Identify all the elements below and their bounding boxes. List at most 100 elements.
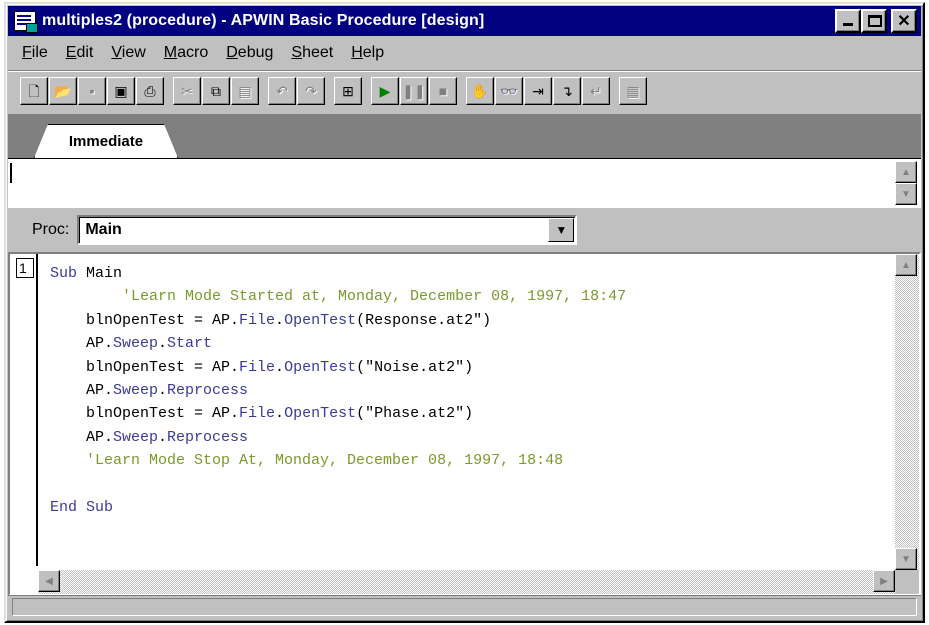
print-button[interactable]: ⎙ [136,76,164,105]
menu-macro[interactable]: Macro [155,44,217,62]
menu-accelerator: H [351,44,363,61]
menu-view[interactable]: View [102,44,154,62]
pause-button[interactable]: ❚❚ [400,76,428,105]
proc-dropdown[interactable]: Main ▼ [77,215,578,245]
panel-tabs: Immediate [8,114,921,158]
step-into-icon: ⇥ [532,82,544,99]
save-button[interactable]: ▪ [78,76,106,105]
menu-debug[interactable]: Debug [217,44,282,62]
quick-watch-button[interactable]: 👓 [495,76,523,105]
toggle-breakpoint-button[interactable]: ✋ [466,76,494,105]
window-title: multiples2 (procedure) - APWIN Basic Pro… [42,12,485,29]
code-token: File [239,358,276,376]
stop-icon: ■ [438,82,448,99]
redo-icon: ↷ [305,82,317,99]
title-bar[interactable]: multiples2 (procedure) - APWIN Basic Pro… [8,6,921,36]
copy-button[interactable]: ⧉ [202,76,230,105]
scrollbar-corner [895,570,919,594]
up-arrow-icon: ▲ [901,259,911,271]
code-text-run: AP. [50,382,114,400]
paste-button[interactable]: ▤ [231,76,259,105]
code-text-run: . [158,428,168,446]
menu-label-rest: heet [302,44,334,61]
step-out-button[interactable]: ↵ [582,76,610,105]
code-token: File [239,311,276,329]
code-text-run: ("Noise.at2") [356,358,474,376]
immediate-scrollbar[interactable]: ▲ ▼ [895,161,917,207]
new-icon: 🗋 [28,82,40,99]
code-text[interactable]: Sub Main 'Learn Mode Started at, Monday,… [50,262,626,519]
step-into-button[interactable]: ⇥ [524,76,552,105]
code-token: File [239,405,276,423]
undo-button[interactable]: ↶ [268,76,296,105]
status-bar [8,595,921,619]
code-token: OpenTest [284,405,357,423]
save-all-icon: ▣ [114,82,128,99]
tab-immediate[interactable]: Immediate [34,124,178,158]
run-button[interactable]: ▶ [371,76,399,105]
scroll-down-button[interactable]: ▼ [895,183,917,205]
text-cursor [10,163,12,183]
code-token: OpenTest [284,358,357,376]
scroll-left-button[interactable]: ◀ [38,570,60,592]
minimize-icon [843,23,853,26]
menu-accelerator: E [65,44,77,61]
app-icon[interactable] [14,11,38,33]
editor-horizontal-scrollbar[interactable]: ◀ ▶ [38,570,895,594]
step-over-icon: ↴ [561,82,573,99]
save-all-button[interactable]: ▣ [107,76,135,105]
code-text-run: ("Phase.at2") [356,405,474,423]
new-button[interactable]: 🗋 [20,76,48,105]
window-controls: ✕ [835,9,917,33]
menu-accelerator: V [111,44,122,61]
step-over-button[interactable]: ↴ [553,76,581,105]
code-line: AP.Sweep.Reprocess [50,426,626,449]
menu-file[interactable]: File [8,44,57,62]
menu-accelerator: D [226,44,238,61]
code-text-run: . [158,382,168,400]
close-button[interactable]: ✕ [891,9,917,33]
scroll-down-button[interactable]: ▼ [895,548,917,570]
code-line: AP.Sweep.Reprocess [50,379,626,402]
redo-button[interactable]: ↷ [297,76,325,105]
scroll-up-button[interactable]: ▲ [895,254,917,276]
dialog-editor-button[interactable]: ⊞ [334,76,362,105]
code-token: Sweep [113,335,159,353]
dialog-editor-icon: ⊞ [342,82,354,99]
down-arrow-icon: ▼ [901,188,911,200]
scroll-up-button[interactable]: ▲ [895,161,917,183]
copy-icon: ⧉ [211,82,221,99]
code-text-run: . [275,405,285,423]
code-text-run: blnOpenTest = AP. [50,311,240,329]
sheet-button[interactable]: ▦ [619,76,647,105]
scroll-right-button[interactable]: ▶ [873,570,895,592]
code-line: blnOpenTest = AP.File.OpenTest("Noise.at… [50,356,626,379]
cut-button[interactable]: ✂ [173,76,201,105]
menu-accelerator: F [22,44,32,61]
menu-label-rest: elp [362,44,385,61]
toolbar: 🗋 📂 ▪ ▣ ⎙ ✂ ⧉ ▤ ↶ ↷ ⊞ ▶ ❚❚ ■ ✋ 👓 ⇥ ↴ ↵ ▦ [8,70,921,110]
left-arrow-icon: ◀ [45,575,53,587]
stop-button[interactable]: ■ [429,76,457,105]
down-arrow-icon: ▼ [901,553,911,565]
proc-bar: Proc: Main ▼ [8,210,921,250]
run-icon: ▶ [379,82,391,99]
save-icon: ▪ [89,82,95,99]
maximize-button[interactable] [861,9,887,33]
code-editor[interactable]: 1 Sub Main 'Learn Mode Started at, Monda… [8,252,921,596]
menu-sheet[interactable]: Sheet [282,44,342,62]
open-button[interactable]: 📂 [49,76,77,105]
menu-label-rest: ile [31,44,48,61]
menu-edit[interactable]: Edit [57,44,103,62]
menu-help[interactable]: Help [342,44,393,62]
dropdown-button[interactable]: ▼ [548,218,575,242]
editor-vertical-scrollbar[interactable]: ▲ ▼ [895,254,919,572]
code-comment: 'Learn Mode Started at, Monday, December… [50,288,627,306]
immediate-window[interactable]: ▲ ▼ [8,158,921,208]
menu-label-rest: acro [177,44,209,61]
open-icon: 📂 [54,82,72,99]
code-text-run: . [275,311,285,329]
minimize-button[interactable] [835,9,861,33]
code-text-run: blnOpenTest = AP. [50,358,240,376]
app-window: multiples2 (procedure) - APWIN Basic Pro… [4,2,925,623]
